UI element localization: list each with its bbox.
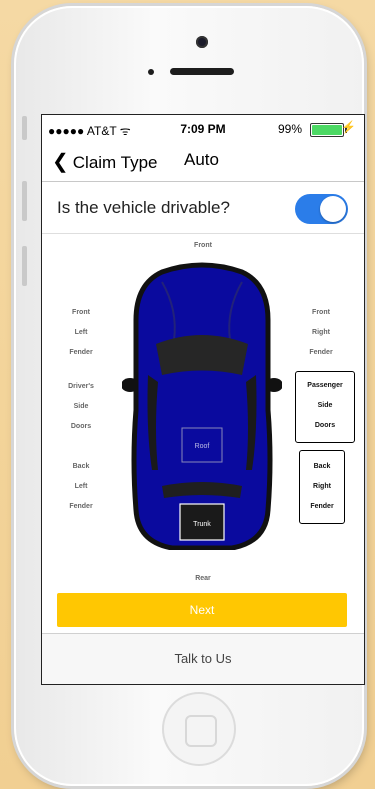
back-button[interactable]: ❮ Claim Type	[52, 149, 157, 174]
zone-line: Back	[72, 463, 90, 470]
zone-line: Fender	[309, 349, 333, 356]
drivable-row: Is the vehicle drivable?	[42, 182, 364, 232]
zone-line: Right	[312, 329, 330, 336]
zone-passenger-side-doors[interactable]: Passenger Side Doors	[295, 371, 355, 443]
zone-line: Right	[313, 483, 331, 490]
status-bar: ●●●●● AT&T ᯤ 7:09 PM 99% ⚡	[42, 115, 364, 143]
front-camera-icon	[196, 36, 208, 48]
zone-line: Fender	[69, 349, 93, 356]
zone-line: Driver's	[68, 383, 94, 390]
zone-back-left-fender[interactable]: Back Left Fender	[62, 457, 100, 517]
mute-switch	[22, 116, 27, 140]
drivable-toggle[interactable]	[295, 194, 348, 224]
windshield	[156, 335, 248, 375]
talk-to-us-button[interactable]: Talk to Us	[42, 634, 364, 684]
home-square-icon	[185, 715, 217, 747]
zone-line: Back	[313, 463, 331, 470]
zone-back-right-fender[interactable]: Back Right Fender	[299, 450, 345, 524]
zone-line: Side	[73, 403, 89, 410]
proximity-sensor	[148, 69, 154, 75]
roof-label: Roof	[195, 443, 210, 450]
zone-line: Doors	[314, 422, 336, 429]
charging-icon: ⚡	[341, 120, 356, 134]
nav-bar: ❮ Claim Type Auto	[42, 143, 364, 179]
divider	[42, 233, 364, 234]
zone-rear[interactable]: Rear	[183, 569, 223, 589]
drivable-label: Is the vehicle drivable?	[57, 198, 230, 217]
car-diagram: Roof Trunk	[122, 262, 282, 550]
page-title: Auto	[184, 150, 219, 169]
toggle-knob	[320, 196, 346, 222]
back-label: Claim Type	[72, 153, 158, 172]
volume-up-button	[22, 181, 27, 221]
volume-down-button	[22, 246, 27, 286]
zone-front-left-fender[interactable]: Front Left Fender	[62, 303, 100, 363]
chevron-left-icon: ❮	[52, 151, 69, 173]
zone-front[interactable]: Front	[183, 236, 223, 256]
battery-fill	[312, 125, 342, 135]
zone-line: Passenger	[307, 382, 343, 389]
zone-line: Side	[317, 402, 333, 409]
zone-line: Front	[72, 309, 90, 316]
zone-line: Front	[312, 309, 330, 316]
zone-line: Fender	[310, 503, 334, 510]
trunk-label: Trunk	[193, 521, 211, 528]
zone-line: Doors	[70, 423, 92, 430]
battery-icon	[310, 123, 347, 137]
zone-line: Fender	[69, 503, 93, 510]
zone-driver-side-doors[interactable]: Driver's Side Doors	[58, 377, 104, 437]
zone-front-right-fender[interactable]: Front Right Fender	[302, 303, 340, 363]
earpiece-speaker	[170, 68, 234, 75]
zone-line: Left	[74, 483, 88, 490]
app-screen: ●●●●● AT&T ᯤ 7:09 PM 99% ⚡ ❮ Claim Type A…	[41, 114, 365, 685]
battery-percent: 99%	[277, 122, 302, 136]
zone-line: Left	[74, 329, 88, 336]
next-button[interactable]: Next	[57, 593, 347, 627]
